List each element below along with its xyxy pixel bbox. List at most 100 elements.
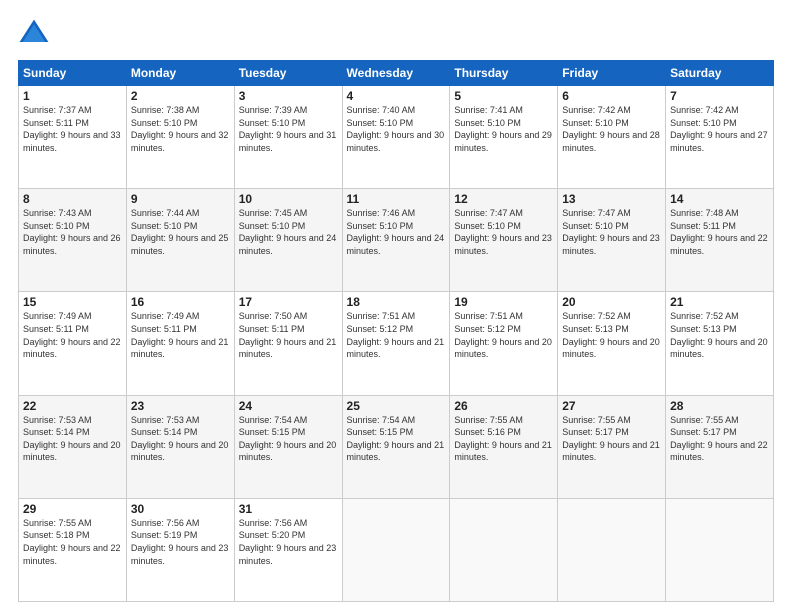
day-cell: 1 Sunrise: 7:37 AMSunset: 5:11 PMDayligh… [19,86,127,189]
day-cell: 8 Sunrise: 7:43 AMSunset: 5:10 PMDayligh… [19,189,127,292]
day-info: Sunrise: 7:40 AMSunset: 5:10 PMDaylight:… [347,104,446,154]
day-number: 26 [454,399,553,413]
page: SundayMondayTuesdayWednesdayThursdayFrid… [0,0,792,612]
day-cell: 13 Sunrise: 7:47 AMSunset: 5:10 PMDaylig… [558,189,666,292]
day-number: 21 [670,295,769,309]
day-info: Sunrise: 7:52 AMSunset: 5:13 PMDaylight:… [562,310,661,360]
day-number: 5 [454,89,553,103]
day-info: Sunrise: 7:42 AMSunset: 5:10 PMDaylight:… [670,104,769,154]
day-cell: 14 Sunrise: 7:48 AMSunset: 5:11 PMDaylig… [666,189,774,292]
day-cell: 28 Sunrise: 7:55 AMSunset: 5:17 PMDaylig… [666,395,774,498]
day-cell [558,498,666,601]
day-info: Sunrise: 7:54 AMSunset: 5:15 PMDaylight:… [347,414,446,464]
day-number: 30 [131,502,230,516]
day-cell: 30 Sunrise: 7:56 AMSunset: 5:19 PMDaylig… [126,498,234,601]
day-cell [666,498,774,601]
day-cell [450,498,558,601]
day-info: Sunrise: 7:47 AMSunset: 5:10 PMDaylight:… [454,207,553,257]
day-cell: 6 Sunrise: 7:42 AMSunset: 5:10 PMDayligh… [558,86,666,189]
day-number: 25 [347,399,446,413]
day-cell: 10 Sunrise: 7:45 AMSunset: 5:10 PMDaylig… [234,189,342,292]
day-cell [342,498,450,601]
day-number: 1 [23,89,122,103]
weekday-monday: Monday [126,61,234,86]
day-number: 4 [347,89,446,103]
day-cell: 24 Sunrise: 7:54 AMSunset: 5:15 PMDaylig… [234,395,342,498]
day-number: 2 [131,89,230,103]
day-info: Sunrise: 7:49 AMSunset: 5:11 PMDaylight:… [131,310,230,360]
day-info: Sunrise: 7:43 AMSunset: 5:10 PMDaylight:… [23,207,122,257]
weekday-wednesday: Wednesday [342,61,450,86]
day-info: Sunrise: 7:53 AMSunset: 5:14 PMDaylight:… [131,414,230,464]
day-info: Sunrise: 7:50 AMSunset: 5:11 PMDaylight:… [239,310,338,360]
day-info: Sunrise: 7:37 AMSunset: 5:11 PMDaylight:… [23,104,122,154]
day-info: Sunrise: 7:55 AMSunset: 5:17 PMDaylight:… [670,414,769,464]
day-cell: 20 Sunrise: 7:52 AMSunset: 5:13 PMDaylig… [558,292,666,395]
day-number: 10 [239,192,338,206]
logo [18,18,54,50]
day-cell: 3 Sunrise: 7:39 AMSunset: 5:10 PMDayligh… [234,86,342,189]
day-number: 11 [347,192,446,206]
day-cell: 19 Sunrise: 7:51 AMSunset: 5:12 PMDaylig… [450,292,558,395]
day-info: Sunrise: 7:49 AMSunset: 5:11 PMDaylight:… [23,310,122,360]
day-cell: 26 Sunrise: 7:55 AMSunset: 5:16 PMDaylig… [450,395,558,498]
day-info: Sunrise: 7:55 AMSunset: 5:17 PMDaylight:… [562,414,661,464]
day-number: 7 [670,89,769,103]
weekday-sunday: Sunday [19,61,127,86]
day-number: 31 [239,502,338,516]
day-info: Sunrise: 7:53 AMSunset: 5:14 PMDaylight:… [23,414,122,464]
day-info: Sunrise: 7:56 AMSunset: 5:20 PMDaylight:… [239,517,338,567]
day-number: 16 [131,295,230,309]
logo-icon [18,18,50,50]
day-cell: 31 Sunrise: 7:56 AMSunset: 5:20 PMDaylig… [234,498,342,601]
day-number: 15 [23,295,122,309]
day-number: 19 [454,295,553,309]
week-row-4: 22 Sunrise: 7:53 AMSunset: 5:14 PMDaylig… [19,395,774,498]
day-number: 9 [131,192,230,206]
day-number: 13 [562,192,661,206]
day-info: Sunrise: 7:44 AMSunset: 5:10 PMDaylight:… [131,207,230,257]
day-info: Sunrise: 7:56 AMSunset: 5:19 PMDaylight:… [131,517,230,567]
day-info: Sunrise: 7:39 AMSunset: 5:10 PMDaylight:… [239,104,338,154]
weekday-thursday: Thursday [450,61,558,86]
weekday-header-row: SundayMondayTuesdayWednesdayThursdayFrid… [19,61,774,86]
day-info: Sunrise: 7:45 AMSunset: 5:10 PMDaylight:… [239,207,338,257]
day-cell: 16 Sunrise: 7:49 AMSunset: 5:11 PMDaylig… [126,292,234,395]
day-cell: 22 Sunrise: 7:53 AMSunset: 5:14 PMDaylig… [19,395,127,498]
weekday-tuesday: Tuesday [234,61,342,86]
calendar-table: SundayMondayTuesdayWednesdayThursdayFrid… [18,60,774,602]
day-number: 18 [347,295,446,309]
day-info: Sunrise: 7:41 AMSunset: 5:10 PMDaylight:… [454,104,553,154]
day-cell: 17 Sunrise: 7:50 AMSunset: 5:11 PMDaylig… [234,292,342,395]
day-cell: 29 Sunrise: 7:55 AMSunset: 5:18 PMDaylig… [19,498,127,601]
day-info: Sunrise: 7:48 AMSunset: 5:11 PMDaylight:… [670,207,769,257]
day-info: Sunrise: 7:51 AMSunset: 5:12 PMDaylight:… [347,310,446,360]
day-cell: 27 Sunrise: 7:55 AMSunset: 5:17 PMDaylig… [558,395,666,498]
weekday-saturday: Saturday [666,61,774,86]
day-cell: 15 Sunrise: 7:49 AMSunset: 5:11 PMDaylig… [19,292,127,395]
day-number: 23 [131,399,230,413]
day-info: Sunrise: 7:46 AMSunset: 5:10 PMDaylight:… [347,207,446,257]
day-info: Sunrise: 7:52 AMSunset: 5:13 PMDaylight:… [670,310,769,360]
day-number: 14 [670,192,769,206]
day-number: 3 [239,89,338,103]
day-cell: 18 Sunrise: 7:51 AMSunset: 5:12 PMDaylig… [342,292,450,395]
day-info: Sunrise: 7:54 AMSunset: 5:15 PMDaylight:… [239,414,338,464]
day-info: Sunrise: 7:38 AMSunset: 5:10 PMDaylight:… [131,104,230,154]
day-info: Sunrise: 7:47 AMSunset: 5:10 PMDaylight:… [562,207,661,257]
weekday-friday: Friday [558,61,666,86]
week-row-5: 29 Sunrise: 7:55 AMSunset: 5:18 PMDaylig… [19,498,774,601]
day-cell: 4 Sunrise: 7:40 AMSunset: 5:10 PMDayligh… [342,86,450,189]
week-row-1: 1 Sunrise: 7:37 AMSunset: 5:11 PMDayligh… [19,86,774,189]
day-number: 17 [239,295,338,309]
day-cell: 11 Sunrise: 7:46 AMSunset: 5:10 PMDaylig… [342,189,450,292]
day-number: 20 [562,295,661,309]
day-cell: 23 Sunrise: 7:53 AMSunset: 5:14 PMDaylig… [126,395,234,498]
day-cell: 7 Sunrise: 7:42 AMSunset: 5:10 PMDayligh… [666,86,774,189]
day-number: 27 [562,399,661,413]
day-cell: 25 Sunrise: 7:54 AMSunset: 5:15 PMDaylig… [342,395,450,498]
day-info: Sunrise: 7:55 AMSunset: 5:16 PMDaylight:… [454,414,553,464]
day-cell: 9 Sunrise: 7:44 AMSunset: 5:10 PMDayligh… [126,189,234,292]
day-cell: 21 Sunrise: 7:52 AMSunset: 5:13 PMDaylig… [666,292,774,395]
header [18,18,774,50]
